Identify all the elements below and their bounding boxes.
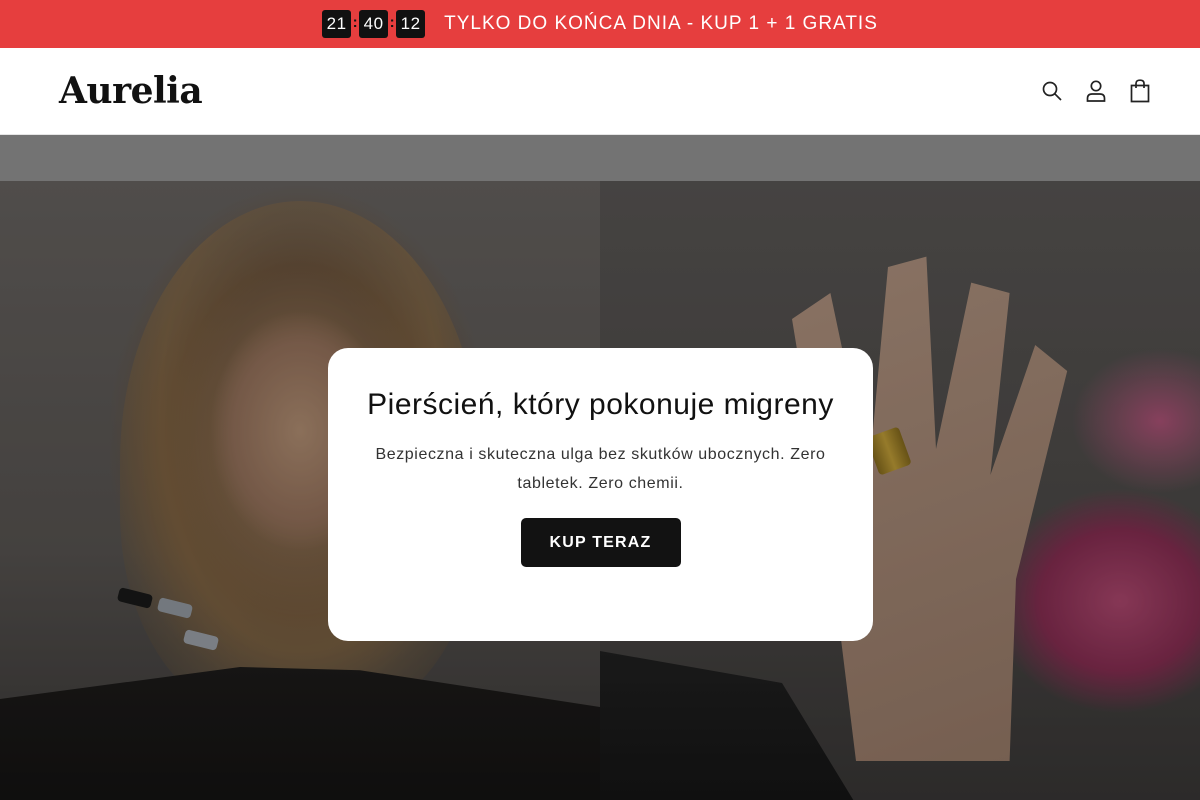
- buy-now-button[interactable]: KUP TERAZ: [520, 518, 681, 567]
- cart-icon[interactable]: [1128, 76, 1152, 106]
- hero-title: Pierścień, który pokonuje migreny: [367, 388, 834, 421]
- hero-subtitle: Bezpieczna i skuteczna ulga bez skutków …: [375, 446, 826, 492]
- announcement-text: TYLKO DO KOŃCA DNIA - KUP 1 + 1 GRATIS: [444, 13, 878, 34]
- timer-seconds: 12: [396, 10, 426, 38]
- account-icon[interactable]: [1084, 76, 1108, 106]
- logo[interactable]: Aurelia: [59, 70, 203, 112]
- timer-separator: :: [389, 13, 395, 31]
- hero-card: Pierścień, który pokonuje migreny Bezpie…: [328, 348, 873, 641]
- header-icons: [1040, 76, 1152, 106]
- countdown-timer: 21 : 40 : 12: [322, 10, 426, 38]
- announcement-bar: 21 : 40 : 12 TYLKO DO KOŃCA DNIA - KUP 1…: [0, 0, 1200, 48]
- timer-minutes: 40: [359, 10, 389, 38]
- timer-hours: 21: [322, 10, 352, 38]
- site-header: Aurelia: [0, 48, 1200, 135]
- timer-separator: :: [352, 13, 358, 31]
- search-icon[interactable]: [1040, 76, 1064, 106]
